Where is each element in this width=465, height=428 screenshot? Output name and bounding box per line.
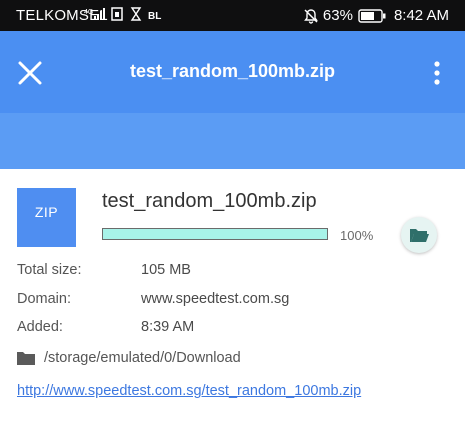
- domain-value: www.speedtest.com.sg: [141, 291, 290, 307]
- hourglass-icon: [130, 7, 142, 21]
- folder-icon: [17, 352, 35, 365]
- status-bar: TELKOMSEL 4G BL 63% 8:42 AM: [0, 0, 465, 31]
- download-path: /storage/emulated/0/Download: [44, 350, 241, 366]
- page-title: test_random_100mb.zip: [129, 61, 336, 81]
- clock: 8:42 AM: [393, 7, 449, 24]
- status-icons: 4G BL: [84, 7, 161, 22]
- svg-text:BL: BL: [148, 11, 161, 22]
- added-label: Added:: [17, 319, 63, 335]
- signal-4g-icon: 4G: [84, 8, 105, 20]
- app-bar: test_random_100mb.zip: [0, 31, 465, 113]
- bl-icon: BL: [148, 11, 161, 22]
- status-right: 63% 8:42 AM: [303, 7, 449, 24]
- source-url-link[interactable]: http://www.speedtest.com.sg/test_random_…: [17, 383, 361, 399]
- more-vert-icon[interactable]: [431, 59, 443, 87]
- open-folder-button[interactable]: [401, 217, 437, 253]
- domain-label: Domain:: [17, 291, 71, 307]
- svg-text:4G: 4G: [84, 9, 93, 16]
- added-value: 8:39 AM: [141, 319, 195, 335]
- sim-icon: [111, 7, 123, 21]
- progress-percent: 100%: [340, 228, 374, 243]
- battery-icon: [358, 8, 386, 23]
- file-name: test_random_100mb.zip: [102, 190, 317, 212]
- total-size-value: 105 MB: [141, 262, 191, 278]
- battery-percent: 63%: [322, 7, 353, 24]
- file-type-thumbnail: ZIP: [17, 188, 76, 247]
- close-icon[interactable]: [16, 59, 44, 87]
- app-bar-extension: [0, 113, 465, 169]
- download-progress-bar: [102, 228, 328, 240]
- total-size-label: Total size:: [17, 262, 82, 278]
- progress-fill: [103, 229, 327, 239]
- mute-icon: [304, 8, 318, 24]
- folder-open-icon: [410, 229, 429, 242]
- download-path-row: /storage/emulated/0/Download: [17, 350, 241, 366]
